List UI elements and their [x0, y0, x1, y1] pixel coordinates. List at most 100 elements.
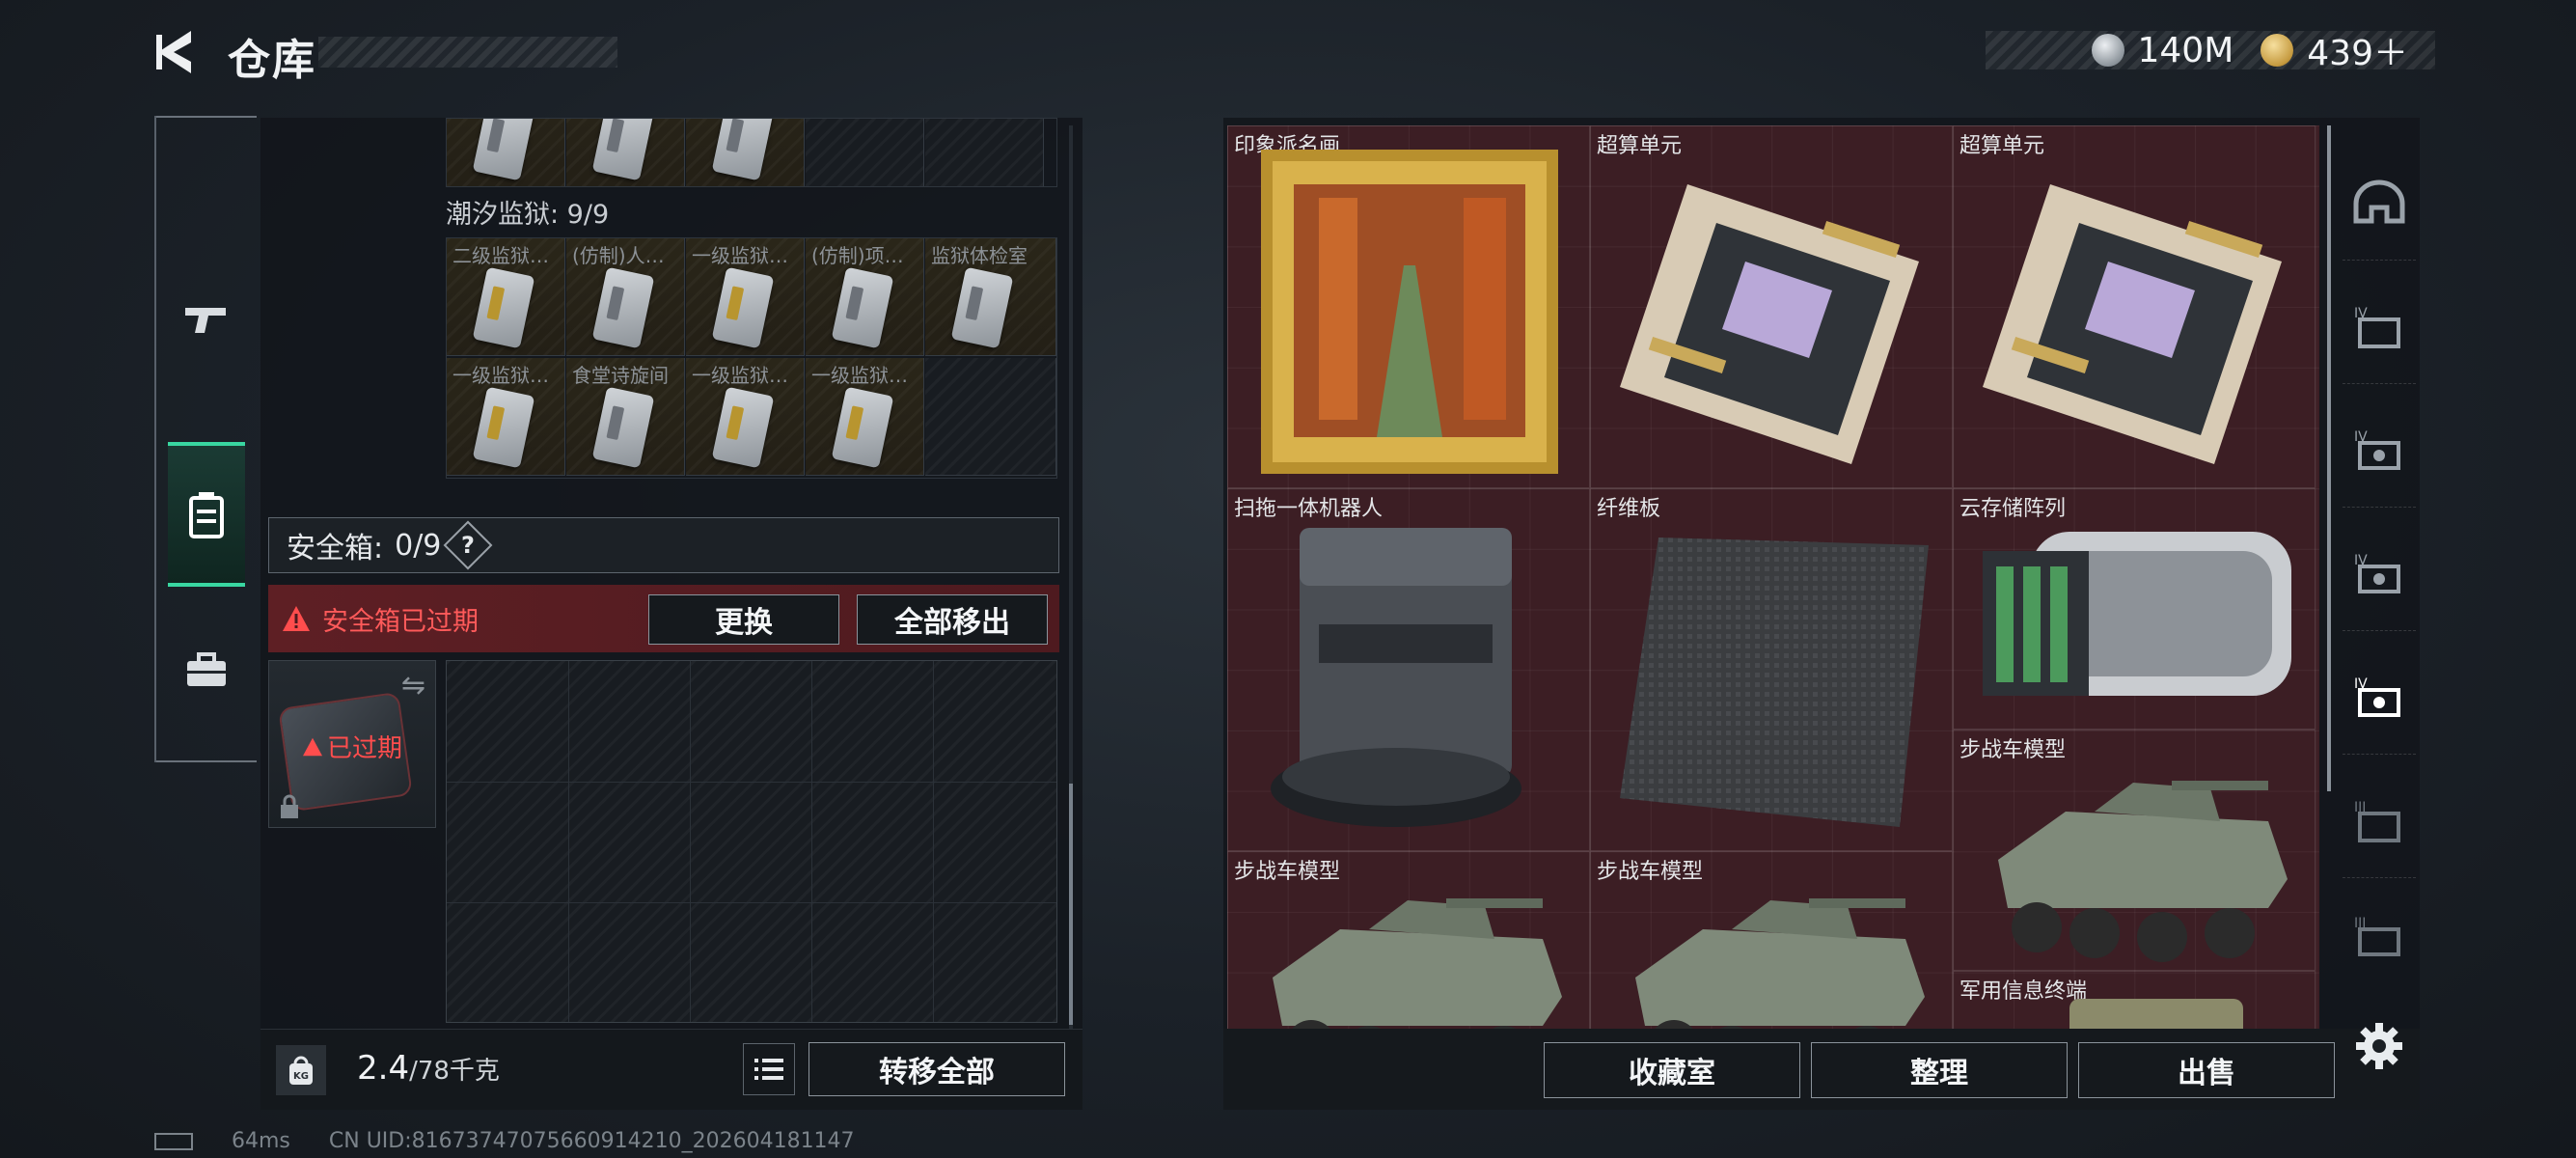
stash-filter-nav: IV IV IV IV III III — [2343, 145, 2416, 994]
help-icon[interactable]: ? — [443, 520, 493, 570]
replace-button[interactable]: 更换 — [648, 594, 839, 645]
item-label: 一级监狱… — [692, 364, 788, 387]
prev-container-grid — [446, 118, 1057, 187]
nav-safebox[interactable] — [168, 442, 245, 587]
page-title: 仓库 — [228, 36, 316, 85]
compute-board-icon — [1620, 184, 1919, 464]
stash-item[interactable]: 印象派名画 — [1227, 125, 1590, 488]
stash-item[interactable]: 步战车模型 — [1590, 851, 1953, 1029]
stash-item[interactable]: 步战车模型 — [1227, 851, 1590, 1029]
ifv-model-icon — [1273, 898, 1562, 1029]
expired-message: 安全箱已过期 — [322, 606, 479, 637]
safebox-grid[interactable] — [446, 660, 1057, 1023]
transfer-all-button[interactable]: 转移全部 — [808, 1042, 1065, 1096]
safebox-icon — [189, 492, 224, 538]
back-button[interactable] — [152, 27, 199, 77]
tier4-tool-icon: IV — [2354, 676, 2400, 717]
grid-item[interactable]: 食堂诗旋间 — [566, 358, 685, 476]
nav-briefcase[interactable] — [168, 598, 245, 743]
grid-cell[interactable] — [686, 119, 805, 186]
scrollbar[interactable] — [1069, 784, 1073, 1025]
sort-button[interactable]: 整理 — [1811, 1042, 2068, 1098]
list-icon — [754, 1059, 783, 1080]
grid-item[interactable]: 一级监狱… — [686, 238, 805, 356]
swap-icon[interactable]: ⇋ — [401, 669, 425, 703]
item-label: (仿制)项… — [811, 244, 904, 267]
filter-tier4-tool[interactable]: IV — [2343, 392, 2416, 508]
tier4-tool-icon: IV — [2354, 553, 2400, 593]
warning-icon — [283, 606, 310, 631]
filter-tier3-case[interactable]: III — [2343, 762, 2416, 878]
stash-grid: 印象派名画 超算单元 超算单元 扫拖一体机器人 纤维板 云存储阵列 步战车模型 … — [1227, 125, 2319, 1029]
grid-line — [690, 661, 691, 1022]
gold-amount[interactable]: 439＋ — [2307, 25, 2408, 75]
list-view-button[interactable] — [743, 1043, 795, 1095]
settings-gear-icon[interactable] — [2354, 1021, 2404, 1071]
grid-item[interactable]: 一级监狱… — [806, 358, 924, 476]
grid-line — [447, 902, 1056, 903]
help-glyph: ? — [461, 531, 476, 559]
weight-icon-label: KG — [293, 1071, 309, 1082]
grid-cell-empty[interactable] — [925, 119, 1044, 186]
keycard-icon — [472, 386, 535, 469]
keycard-icon — [711, 386, 775, 469]
item-label: 一级监狱… — [692, 244, 788, 267]
grid-cell-empty[interactable] — [806, 119, 924, 186]
keycard-icon — [591, 386, 655, 469]
stash-item[interactable]: 超算单元 — [1953, 125, 2316, 488]
ifv-model-icon — [1635, 898, 1925, 1029]
grid-item[interactable]: (仿制)人… — [566, 238, 685, 356]
filter-tier4-key[interactable]: IV — [2343, 515, 2416, 631]
item-label: 一级监狱… — [452, 364, 549, 387]
prison-keycard-grid: 二级监狱… (仿制)人… 一级监狱… (仿制)项… 监狱体检室 一级监狱… 食堂… — [446, 237, 1057, 479]
stash-item[interactable]: 扫拖一体机器人 — [1227, 488, 1590, 851]
grid-item[interactable]: 一级监狱… — [447, 358, 565, 476]
filter-helmet[interactable] — [2343, 145, 2416, 261]
safebox-item-slot[interactable]: ⇋ 已过期 — [268, 660, 436, 828]
filter-tier4-case[interactable]: IV — [2343, 268, 2416, 384]
grid-cell-empty[interactable] — [925, 358, 1056, 476]
keycard-icon — [591, 266, 655, 349]
filter-tier3-tool[interactable]: III — [2343, 878, 2416, 994]
nav-weapons[interactable] — [168, 247, 245, 392]
rifle-icon — [185, 308, 226, 333]
stash-item[interactable]: 云存储阵列 — [1953, 488, 2316, 730]
keycard-icon — [950, 266, 1014, 349]
compute-board-icon — [1983, 184, 2282, 464]
grid-item[interactable]: (仿制)项… — [806, 238, 924, 356]
weight-readout: 2.4/78千克 — [357, 1049, 500, 1088]
grid-item[interactable]: 一级监狱… — [686, 358, 805, 476]
safebox-label: 安全箱: — [287, 532, 384, 565]
grid-cell[interactable] — [447, 119, 565, 186]
item-label: 一级监狱… — [811, 364, 908, 387]
collection-room-button[interactable]: 收藏室 — [1544, 1042, 1800, 1098]
item-name: 云存储阵列 — [1959, 497, 2067, 521]
helmet-icon — [2353, 179, 2405, 223]
weight-value: 2.4 — [357, 1049, 410, 1088]
item-name: 纤维板 — [1597, 497, 1661, 521]
storage-array-icon — [1983, 532, 2291, 696]
grid-cell[interactable] — [566, 119, 685, 186]
painting-icon — [1261, 150, 1558, 474]
grid-item[interactable]: 监狱体检室 — [925, 238, 1056, 356]
filter-tier4-active[interactable]: IV — [2343, 639, 2416, 755]
robot-vacuum-icon — [1271, 528, 1521, 827]
briefcase-icon — [187, 652, 226, 686]
user-uid: CN UID:8167374707566091421​0_20260418114… — [328, 1129, 855, 1153]
status-line: 64ms CN UID:8167374707566091421​0_202604… — [154, 1129, 855, 1153]
stash-item[interactable]: 步战车模型 — [1953, 730, 2316, 971]
grid-line — [568, 661, 569, 1022]
container-section-label: 潮汐监狱: 9/9 — [446, 200, 610, 230]
safebox-count: 0/9 — [395, 528, 442, 563]
sell-button[interactable]: 出售 — [2078, 1042, 2335, 1098]
item-card-icon — [472, 119, 535, 181]
stash-item[interactable]: 超算单元 — [1590, 125, 1953, 488]
item-label: (仿制)人… — [572, 244, 665, 267]
item-card-icon — [711, 119, 775, 181]
grid-item[interactable]: 二级监狱… — [447, 238, 565, 356]
stash-scrollbar[interactable] — [2327, 125, 2331, 791]
remove-all-button[interactable]: 全部移出 — [857, 594, 1048, 645]
stash-item[interactable]: 纤维板 — [1590, 488, 1953, 851]
stash-item[interactable]: 军用信息终端 — [1953, 971, 2316, 1029]
item-label: 食堂诗旋间 — [572, 364, 669, 387]
